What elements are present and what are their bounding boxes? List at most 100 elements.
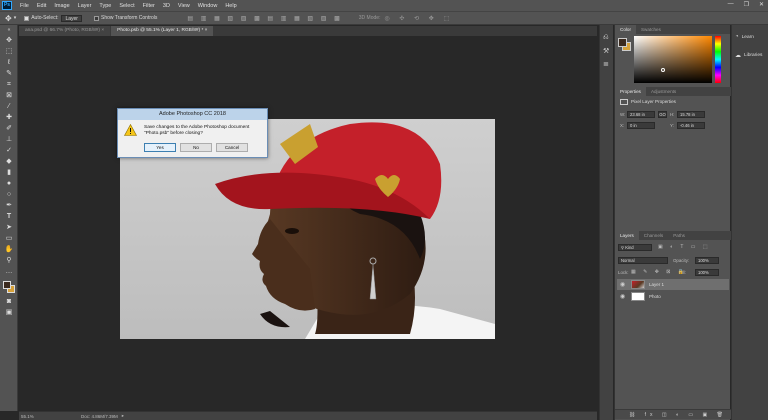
x-field[interactable]: 0 in	[627, 122, 655, 129]
width-field[interactable]: 23.68 in	[627, 111, 655, 118]
hand-tool-icon[interactable]: ✋	[4, 245, 14, 254]
color-panel-tabs: Color Swatches	[615, 25, 730, 34]
shape-tool-icon[interactable]: ▭	[4, 234, 14, 243]
history-panel-icon[interactable]: ⎌	[603, 34, 609, 42]
collapsed-panels-strip: ⎌ ⚒ ≣	[599, 25, 613, 420]
menu-filter[interactable]: Filter	[143, 3, 155, 9]
quick-mask-icon[interactable]: ◙	[4, 297, 14, 306]
crop-tool-icon[interactable]: ⌗	[4, 80, 14, 89]
tools-panel: « ✥ ⬚ ℓ ✎ ⌗ ⊠ ⁄ ✚ ✐ ⊥ ✓ ◆ ▮ ● ○ ✒ T ➤ ▭ …	[0, 25, 18, 411]
pen-tool-icon[interactable]: ✒	[4, 201, 14, 210]
visibility-eye-icon[interactable]: ◉	[620, 293, 625, 300]
link-dimensions-button[interactable]: GO	[658, 111, 667, 118]
more-tools-icon[interactable]: …	[4, 267, 14, 276]
dialog-message: Save changes to the Adobe Photoshop docu…	[144, 125, 250, 136]
layer-thumbnail	[631, 280, 645, 289]
cancel-button[interactable]: Cancel	[216, 143, 248, 152]
quick-select-tool-icon[interactable]: ✎	[4, 69, 14, 78]
tool-preset-dropdown[interactable]: ▾	[14, 15, 17, 21]
type-tool-icon[interactable]: T	[4, 212, 14, 221]
clone-stamp-tool-icon[interactable]: ⊥	[4, 135, 14, 144]
window-controls: — ❐ ✕	[728, 1, 764, 8]
tool-presets-icon[interactable]: ⚒	[603, 47, 609, 55]
blend-mode-select[interactable]: Normal	[618, 257, 668, 264]
move-tool-icon[interactable]: ✥	[4, 36, 14, 45]
move-tool-icon[interactable]: ✥	[5, 14, 12, 23]
healing-brush-tool-icon[interactable]: ✚	[4, 113, 14, 122]
menu-view[interactable]: View	[178, 3, 190, 9]
show-transform-checkbox[interactable]	[93, 15, 99, 21]
minimize-icon[interactable]: —	[728, 1, 734, 8]
color-fg-swatch[interactable]	[618, 38, 627, 47]
fill-field[interactable]: 100%	[695, 269, 719, 276]
screen-mode-icon[interactable]: ▣	[4, 308, 14, 317]
frame-tool-icon[interactable]: ⊠	[4, 91, 14, 100]
layer-comps-icon[interactable]: ≣	[603, 60, 609, 68]
lasso-tool-icon[interactable]: ℓ	[4, 58, 14, 67]
restore-icon[interactable]: ❐	[744, 1, 749, 8]
menu-help[interactable]: Help	[225, 3, 236, 9]
menu-edit[interactable]: Edit	[37, 3, 46, 9]
path-selection-tool-icon[interactable]: ➤	[4, 223, 14, 232]
tab-adjustments[interactable]: Adjustments	[646, 87, 681, 96]
right-panels: Color Swatches Properties Adjustments Pi…	[614, 25, 731, 420]
tab-properties[interactable]: Properties	[615, 87, 646, 96]
tab-layers[interactable]: Layers	[615, 231, 639, 240]
status-arrow-icon[interactable]: ▸	[122, 413, 124, 419]
libraries-panel-button[interactable]: ☁ Libraries	[735, 52, 762, 59]
menu-3d[interactable]: 3D	[163, 3, 170, 9]
layer-filter-row: ⚲ Kind ▣ ◐ T ▭ ⬚	[618, 244, 728, 252]
marquee-tool-icon[interactable]: ⬚	[4, 47, 14, 56]
zoom-tool-icon[interactable]: ⚲	[4, 256, 14, 265]
x-label: X:	[620, 123, 625, 128]
eraser-tool-icon[interactable]: ◆	[4, 157, 14, 166]
no-button[interactable]: No	[180, 143, 212, 152]
filter-type-icons[interactable]: ▣ ◐ T ▭ ⬚	[658, 244, 711, 250]
color-picker-field[interactable]	[634, 36, 712, 83]
save-changes-dialog: Adobe Photoshop CC 2018 Save changes to …	[117, 108, 268, 158]
tab-paths[interactable]: Paths	[668, 231, 690, 240]
eyedropper-tool-icon[interactable]: ⁄	[4, 102, 14, 111]
dialog-title: Adobe Photoshop CC 2018	[118, 109, 267, 120]
mode-3d-label: 3D Mode:	[358, 15, 381, 21]
menu-file[interactable]: File	[20, 3, 29, 9]
align-icons[interactable]: ▤ ▥ ▦ ▧ ▨ ▩ ▤ ▥ ▦ ▧ ▨ ▩	[187, 15, 342, 22]
zoom-level[interactable]: 55.1%	[21, 414, 61, 419]
toolbar-collapse-icon[interactable]: «	[4, 26, 14, 35]
y-field[interactable]: -0.46 in	[677, 122, 705, 129]
auto-select-checkbox[interactable]	[24, 15, 30, 21]
layer-footer-icons[interactable]: ⛓ fx ◫ ◐ ▭ ▣ 🗑	[629, 412, 727, 418]
blur-tool-icon[interactable]: ●	[4, 179, 14, 188]
tab-swatches[interactable]: Swatches	[636, 25, 666, 34]
menu-bar: Ps File Edit Image Layer Type Select Fil…	[0, 0, 768, 11]
foreground-color-swatch[interactable]	[3, 281, 11, 289]
menu-select[interactable]: Select	[119, 3, 134, 9]
document-size[interactable]: Doc: 4.86M/7.39M	[81, 414, 118, 419]
hue-slider[interactable]	[715, 36, 721, 83]
brush-tool-icon[interactable]: ✐	[4, 124, 14, 133]
yes-button[interactable]: Yes	[144, 143, 176, 152]
3d-mode-icons[interactable]: ◎ ✣ ⟲ ✥ ⬚	[384, 15, 453, 22]
auto-select-dropdown[interactable]: Layer	[61, 14, 82, 22]
color-picker-cursor[interactable]	[661, 68, 665, 72]
layer-row-layer-1[interactable]: ◉ Layer 1	[617, 279, 729, 290]
warning-icon	[124, 124, 137, 136]
menu-image[interactable]: Image	[54, 3, 69, 9]
tab-channels[interactable]: Channels	[639, 231, 668, 240]
menu-layer[interactable]: Layer	[78, 3, 92, 9]
tab-ana-psd[interactable]: ana.psd @ 66.7% (Photo, RGB/8#) ×	[19, 26, 111, 36]
layer-kind-filter[interactable]: ⚲ Kind	[618, 244, 652, 251]
visibility-eye-icon[interactable]: ◉	[620, 281, 625, 288]
history-brush-tool-icon[interactable]: ✓	[4, 146, 14, 155]
height-field[interactable]: 15.78 in	[677, 111, 705, 118]
opacity-field[interactable]: 100%	[695, 257, 719, 264]
layer-row-photo[interactable]: ◉ Photo	[617, 291, 729, 302]
tab-photo-psb[interactable]: Photo.psb @ 55.1% (Layer 1, RGB/8#) * ×	[111, 26, 214, 36]
dodge-tool-icon[interactable]: ○	[4, 190, 14, 199]
menu-type[interactable]: Type	[99, 3, 111, 9]
gradient-tool-icon[interactable]: ▮	[4, 168, 14, 177]
tab-color[interactable]: Color	[615, 25, 636, 34]
close-icon[interactable]: ✕	[759, 1, 764, 8]
menu-window[interactable]: Window	[198, 3, 218, 9]
learn-panel-button[interactable]: ◔ Learn	[735, 34, 754, 40]
